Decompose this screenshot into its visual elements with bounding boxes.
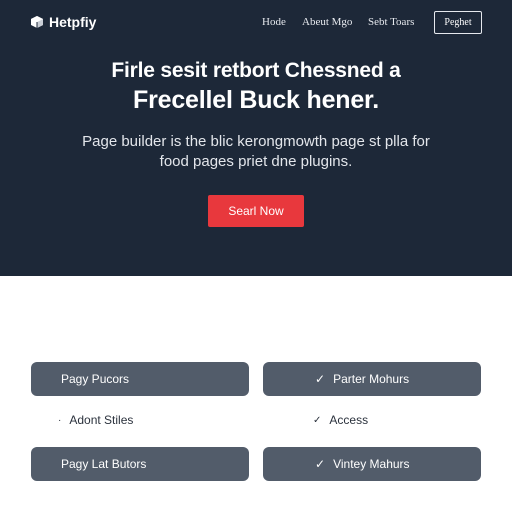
feature-pill-page-builders[interactable]: Pagy Pucors (31, 362, 249, 396)
cube-logo-icon (30, 15, 44, 29)
brand[interactable]: Hetpfiy (30, 12, 96, 32)
nav-link-teams[interactable]: Sebt Toars (368, 16, 414, 28)
nav-project-button[interactable]: Peghet (434, 11, 482, 34)
feature-pill-label: Vintey Mahurs (333, 457, 410, 471)
feature-item-adont-stiles: · Adont Stiles (58, 413, 133, 427)
hero-section: Hetpfiy Hode Abeut Mgo Sebt Toars Peghet… (0, 0, 512, 276)
bullet-icon: · (58, 414, 62, 426)
nav-link-home[interactable]: Hode (262, 16, 286, 28)
feature-item-label: Adont Stiles (69, 413, 134, 427)
subtext-line-1: Page builder is the blic kerongmowth pag… (82, 133, 430, 150)
headline-line-1: Firle sesit retbort Chessned a (111, 59, 401, 82)
feature-pill-page-list-buttons[interactable]: Pagy Lat Butors (31, 447, 249, 481)
checkmark-icon: ✓ (315, 372, 326, 386)
feature-pill-partner-modules[interactable]: ✓ Parter Mohurs (263, 362, 481, 396)
start-now-button[interactable]: Searl Now (208, 195, 304, 227)
nav-link-about[interactable]: Abeut Mgo (302, 16, 352, 28)
checkmark-icon: ✓ (315, 457, 326, 471)
feature-pill-label: Parter Mohurs (333, 372, 410, 386)
headline-line-2: Frecellel Buck hener. (133, 86, 379, 114)
feature-pill-label: Pagy Lat Butors (61, 457, 147, 471)
subtext-line-2: food pages priet dne plugins. (159, 153, 353, 170)
feature-item-label: Access (329, 413, 369, 427)
feature-item-access: ✓ Access (313, 413, 368, 427)
feature-pill-label: Pagy Pucors (61, 372, 130, 386)
feature-pill-vintey-modules[interactable]: ✓ Vintey Mahurs (263, 447, 481, 481)
hero-subtext: Page builder is the blic kerongmowth pag… (40, 132, 472, 172)
top-nav: Hetpfiy Hode Abeut Mgo Sebt Toars Peghet (0, 0, 512, 46)
brand-name: Hetpfiy (49, 14, 97, 30)
hero-headline: Firle sesit retbort Chessned a Frecellel… (0, 58, 512, 116)
checkmark-icon: ✓ (313, 414, 322, 426)
